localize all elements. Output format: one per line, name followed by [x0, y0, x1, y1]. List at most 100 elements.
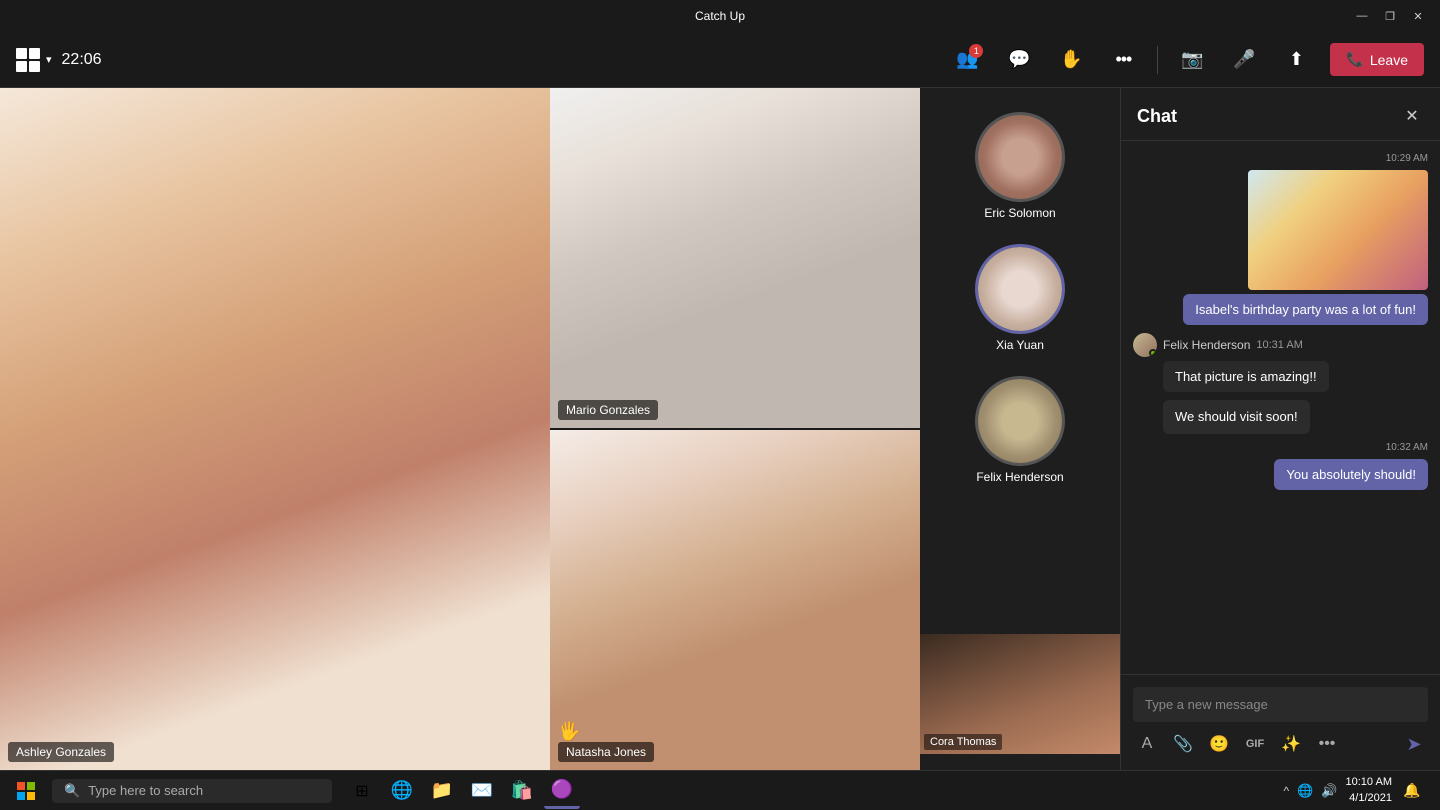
online-indicator	[1149, 349, 1157, 357]
chat-messages: 10:29 AM Isabel's birthday party was a l…	[1121, 141, 1440, 674]
clock-time: 10:10 AM	[1346, 775, 1392, 790]
message-time-3: 10:32 AM	[1386, 442, 1428, 453]
chat-title: Chat	[1137, 106, 1177, 127]
maximize-button[interactable]: ❐	[1380, 6, 1400, 26]
chevron-up-icon[interactable]: ^	[1284, 784, 1290, 798]
sender-time-1: 10:31 AM	[1256, 339, 1302, 351]
video-panel-cora: Cora Thomas	[920, 634, 1120, 754]
video-feed-ashley	[0, 88, 550, 770]
input-placeholder: Type a new message	[1145, 697, 1268, 712]
mail-app[interactable]: ✉️	[464, 773, 500, 809]
message-item-1: Felix Henderson 10:31 AM That picture is…	[1133, 333, 1428, 392]
notification-button[interactable]: 🔔	[1400, 779, 1424, 803]
avatar-felix	[975, 376, 1065, 466]
cora-label: Cora Thomas	[924, 734, 1002, 750]
chat-icon-button[interactable]: 💬	[1001, 42, 1037, 78]
taskbar-search-box[interactable]: 🔍 Type here to search	[52, 779, 332, 803]
message-bubble-0: Isabel's birthday party was a lot of fun…	[1183, 294, 1428, 325]
hand-raise-indicator: 🖐️	[558, 721, 580, 742]
taskbar-apps: ⊞ 🌐 📁 ✉️ 🛍️ 🟣	[344, 773, 580, 809]
volume-icon[interactable]: 🔊	[1321, 783, 1337, 799]
toolbar-right: 👥 1 💬 ✋ ••• 📷 🎤 ⬆ 📞 Leave	[949, 42, 1424, 78]
participants-badge: 1	[969, 44, 983, 58]
chat-panel: Chat ✕ 10:29 AM Isabel's birthday party …	[1120, 88, 1440, 770]
message-item-3: 10:32 AM You absolutely should!	[1274, 442, 1428, 490]
share-screen-button[interactable]: ⬆	[1278, 42, 1314, 78]
system-clock[interactable]: 10:10 AM 4/1/2021	[1346, 775, 1392, 806]
network-icon[interactable]: 🌐	[1297, 783, 1313, 799]
store-app[interactable]: 🛍️	[504, 773, 540, 809]
avatar-xia	[975, 244, 1065, 334]
microphone-button[interactable]: 🎤	[1226, 42, 1262, 78]
attach-file-button[interactable]: 📎	[1169, 730, 1197, 758]
participant-item-xia: Xia Yuan	[975, 236, 1065, 360]
sender-name-1: Felix Henderson	[1163, 338, 1250, 352]
message-time-0: 10:29 AM	[1386, 153, 1428, 164]
participant-item-felix: Felix Henderson	[975, 368, 1065, 492]
close-button[interactable]: ✕	[1408, 6, 1428, 26]
message-bubble-3: You absolutely should!	[1274, 459, 1428, 490]
chat-header: Chat ✕	[1121, 88, 1440, 141]
grid-view-icon[interactable]	[16, 48, 40, 72]
clock-date: 4/1/2021	[1349, 791, 1392, 806]
phone-icon: 📞	[1346, 51, 1363, 68]
edge-app[interactable]: 🌐	[384, 773, 420, 809]
video-panel-mario: Mario Gonzales	[550, 88, 920, 430]
window-title: Catch Up	[695, 9, 745, 23]
message-bubble-2: We should visit soon!	[1163, 400, 1310, 434]
participants-button[interactable]: 👥 1	[949, 42, 985, 78]
message-item-2: We should visit soon!	[1133, 400, 1428, 434]
teams-app[interactable]: 🟣	[544, 773, 580, 809]
ashley-label: Ashley Gonzales	[8, 742, 114, 762]
chat-close-button[interactable]: ✕	[1400, 104, 1424, 128]
mario-label: Mario Gonzales	[558, 400, 658, 420]
avatar-felix-msg	[1133, 333, 1157, 357]
video-panel-natasha: 🖐️ Natasha Jones	[550, 430, 920, 770]
video-panel-ashley: Ashley Gonzales	[0, 88, 550, 770]
taskview-button[interactable]: ⊞	[344, 773, 380, 809]
video-feed-natasha	[550, 430, 920, 770]
chat-input-area: Type a new message A 📎 🙂 GIF ✨ ••• ➤	[1121, 674, 1440, 770]
leave-button[interactable]: 📞 Leave	[1330, 43, 1424, 76]
window-controls: — ❐ ✕	[1352, 6, 1428, 26]
video-feed-mario	[550, 88, 920, 428]
sticker-button[interactable]: ✨	[1277, 730, 1305, 758]
camera-button[interactable]: 📷	[1174, 42, 1210, 78]
call-timer: 22:06	[62, 51, 102, 69]
message-bubble-1: That picture is amazing!!	[1163, 361, 1329, 392]
title-bar: Catch Up — ❐ ✕	[0, 0, 1440, 32]
message-item-0: 10:29 AM Isabel's birthday party was a l…	[1183, 153, 1428, 325]
start-button[interactable]	[8, 773, 44, 809]
message-input[interactable]: Type a new message	[1133, 687, 1428, 722]
name-xia: Xia Yuan	[996, 338, 1044, 352]
gif-button[interactable]: GIF	[1241, 730, 1269, 758]
chat-tools: A 📎 🙂 GIF ✨ ••• ➤	[1133, 730, 1428, 758]
files-app[interactable]: 📁	[424, 773, 460, 809]
message-image-0	[1248, 170, 1428, 290]
name-eric: Eric Solomon	[984, 206, 1055, 220]
more-options-button[interactable]: •••	[1105, 42, 1141, 78]
message-sender-row-1: Felix Henderson 10:31 AM	[1133, 333, 1428, 357]
minimize-button[interactable]: —	[1352, 6, 1372, 26]
avatar-eric	[975, 112, 1065, 202]
system-tray: ^ 🌐 🔊 10:10 AM 4/1/2021 🔔	[1284, 775, 1433, 806]
raise-hand-button[interactable]: ✋	[1053, 42, 1089, 78]
send-message-button[interactable]: ➤	[1400, 730, 1428, 758]
video-area: Ashley Gonzales Mario Gonzales 🖐️ Natash…	[0, 88, 920, 770]
taskbar: 🔍 Type here to search ⊞ 🌐 📁 ✉️ 🛍️ 🟣 ^ 🌐 …	[0, 770, 1440, 810]
name-felix: Felix Henderson	[976, 470, 1063, 484]
side-participants-panel: Eric Solomon Xia Yuan Felix Henderson Co…	[920, 88, 1120, 770]
video-right-column: Mario Gonzales 🖐️ Natasha Jones	[550, 88, 920, 770]
participant-item-eric: Eric Solomon	[975, 104, 1065, 228]
tray-icons: ^ 🌐 🔊	[1284, 783, 1338, 799]
meeting-toolbar: ▾ 22:06 👥 1 💬 ✋ ••• 📷 🎤 ⬆ 📞 Leave	[0, 32, 1440, 88]
emoji-button[interactable]: 🙂	[1205, 730, 1233, 758]
toolbar-left: ▾ 22:06	[16, 48, 937, 72]
search-icon: 🔍	[64, 783, 80, 799]
main-content: Ashley Gonzales Mario Gonzales 🖐️ Natash…	[0, 88, 1440, 770]
format-text-button[interactable]: A	[1133, 730, 1161, 758]
natasha-label: Natasha Jones	[558, 742, 654, 762]
windows-logo	[12, 6, 32, 26]
more-chat-options-button[interactable]: •••	[1313, 730, 1341, 758]
search-placeholder: Type here to search	[88, 783, 203, 798]
